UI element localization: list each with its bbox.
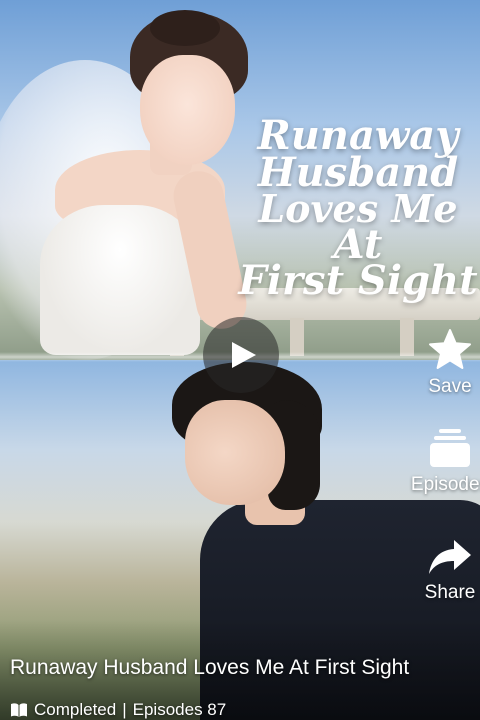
status-text: Completed <box>34 700 117 719</box>
episodes-label: Episodes <box>410 474 480 495</box>
book-icon <box>11 703 27 717</box>
save-button[interactable]: Save <box>400 328 480 398</box>
bride-figure <box>140 55 235 165</box>
drama-player-screen: Runaway Husband Loves Me At First Sight … <box>0 0 480 720</box>
groom-figure <box>185 400 285 505</box>
play-button[interactable] <box>203 317 279 393</box>
drama-title: Runaway Husband Loves Me At First Sight <box>10 656 410 679</box>
star-icon <box>429 329 471 369</box>
share-button[interactable]: Share <box>400 538 480 604</box>
meta-separator: | <box>122 700 127 719</box>
drama-meta: Completed | Episodes 87 <box>10 700 226 720</box>
episodes-stack-icon <box>430 429 470 467</box>
play-icon <box>232 342 256 368</box>
save-label: Save <box>428 376 472 397</box>
episodes-button[interactable]: Episodes <box>400 428 480 496</box>
share-arrow-icon <box>429 540 471 574</box>
episode-count: Episodes 87 <box>132 700 227 719</box>
poster-title-art: Runaway Husband Loves Me At First Sight <box>238 112 478 305</box>
share-label: Share <box>424 582 476 603</box>
